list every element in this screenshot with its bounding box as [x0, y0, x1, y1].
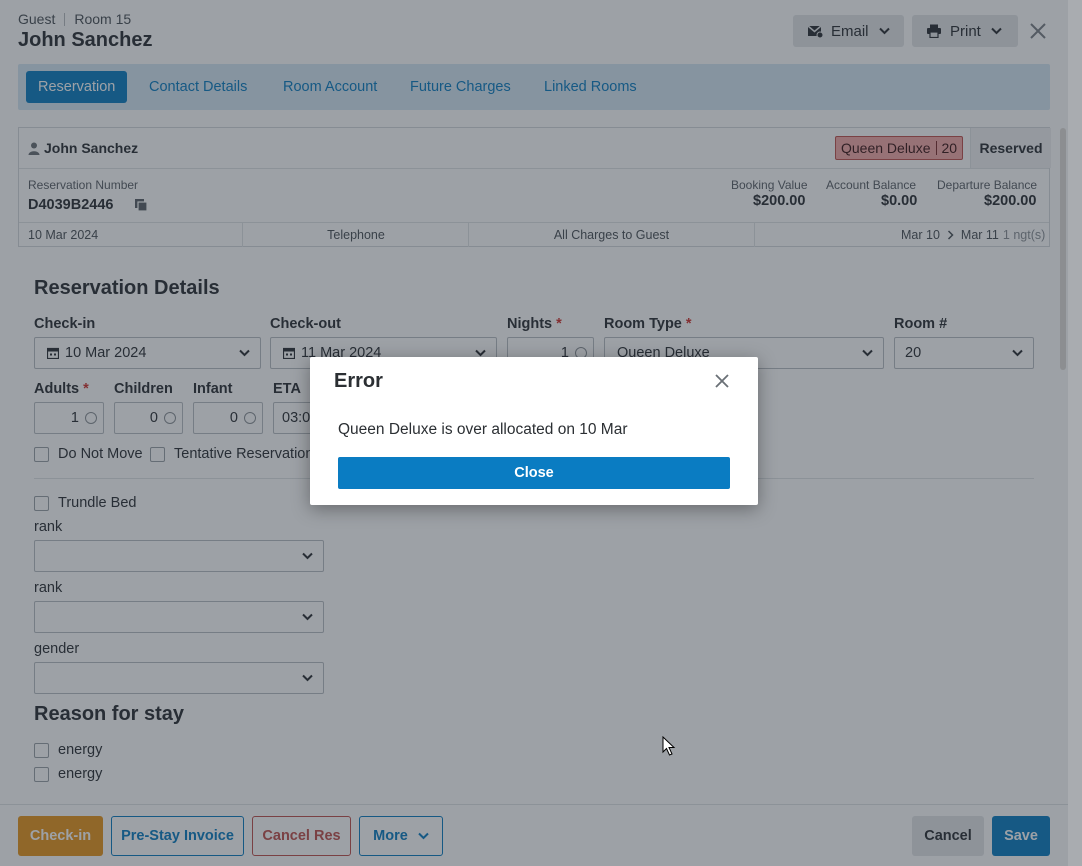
error-dialog: Error Queen Deluxe is over allocated on … — [310, 357, 758, 505]
dialog-title: Error — [334, 370, 383, 392]
dialog-close-button[interactable]: Close — [338, 457, 730, 489]
dialog-message: Queen Deluxe is over allocated on 10 Mar — [338, 421, 628, 438]
background-window-edge — [1068, 0, 1082, 866]
close-icon[interactable] — [712, 371, 732, 391]
scrollbar-thumb[interactable] — [1060, 128, 1066, 370]
mouse-cursor-icon — [662, 736, 676, 756]
